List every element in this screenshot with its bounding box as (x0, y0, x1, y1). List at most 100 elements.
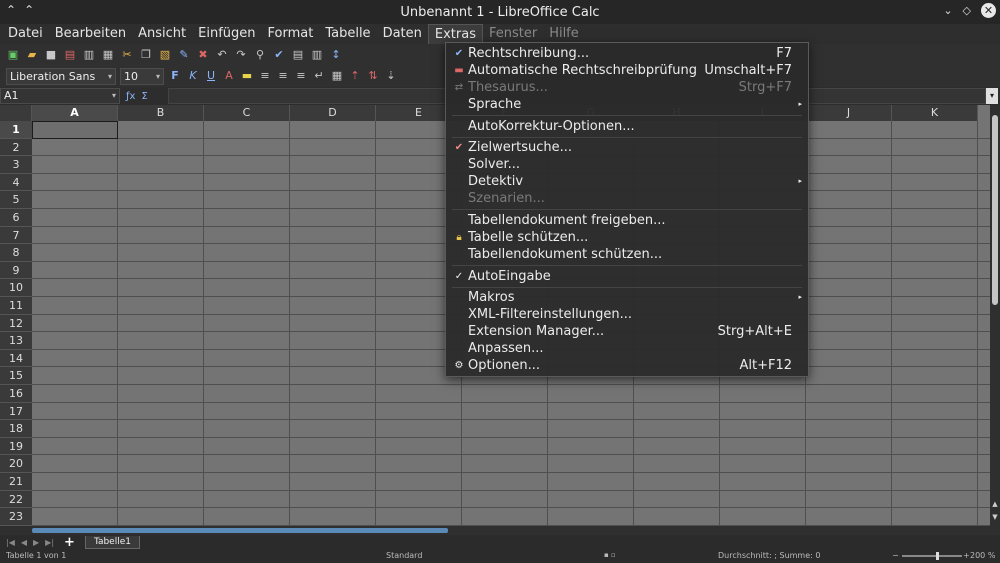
row-header-21[interactable]: 21 (0, 473, 32, 491)
select-all-corner[interactable] (0, 105, 32, 121)
zoom-level[interactable]: 200 % (970, 551, 995, 560)
row-header-9[interactable]: 9 (0, 261, 32, 280)
align-top-icon[interactable]: ⇡ (348, 69, 362, 83)
row-header-5[interactable]: 5 (0, 191, 32, 209)
next-sheet-icon[interactable]: ▶ (33, 538, 39, 547)
column-icon[interactable]: ▥ (310, 48, 324, 62)
row-header-22[interactable]: 22 (0, 490, 32, 509)
save-icon[interactable]: ■ (44, 48, 58, 62)
row-header-12[interactable]: 12 (0, 314, 32, 333)
menu-datei[interactable]: Datei (2, 24, 49, 44)
menu-item-customize[interactable]: Anpassen... (446, 340, 808, 357)
zoom-slider[interactable] (902, 555, 962, 557)
menu-item-auto-spellcheck[interactable]: ▬ Automatische Rechtschreibprüfung Umsch… (446, 62, 808, 79)
row-header-7[interactable]: 7 (0, 226, 32, 245)
window-menu-icon[interactable]: ⌃ (6, 3, 16, 17)
horizontal-scroll-thumb[interactable] (32, 528, 448, 533)
align-center-icon[interactable]: ≡ (276, 69, 290, 83)
menu-hilfe[interactable]: Hilfe (543, 24, 585, 44)
row-header-19[interactable]: 19 (0, 437, 32, 456)
close-icon[interactable]: ✕ (981, 3, 996, 18)
sheet-tab-tabelle1[interactable]: Tabelle1 (84, 535, 140, 549)
menu-item-spelling[interactable]: ✔ Rechtschreibung... F7 (446, 45, 808, 62)
row-header-1[interactable]: 1 (0, 121, 32, 139)
menu-extras[interactable]: Extras (427, 24, 483, 44)
menu-format[interactable]: Format (262, 24, 320, 44)
menu-item-solver[interactable]: Solver... (446, 156, 808, 173)
sort-ascending-icon[interactable]: ↕ (329, 48, 343, 62)
row-header-23[interactable]: 23 (0, 508, 32, 526)
menu-ansicht[interactable]: Ansicht (132, 24, 192, 44)
row-header-11[interactable]: 11 (0, 297, 32, 315)
zoom-out-icon[interactable]: − (892, 551, 899, 560)
wrap-text-icon[interactable]: ↵ (312, 69, 326, 83)
previous-sheet-icon[interactable]: ◀ (21, 538, 27, 547)
horizontal-scrollbar[interactable] (0, 526, 1000, 535)
zoom-slider-handle[interactable] (936, 552, 939, 560)
add-sheet-icon[interactable]: + (64, 536, 75, 549)
menu-item-macros[interactable]: Makros ▸ (446, 289, 808, 306)
align-bottom-icon[interactable]: ⇣ (384, 69, 398, 83)
active-cell-a1[interactable] (32, 121, 118, 139)
menu-item-detective[interactable]: Detektiv ▸ (446, 173, 808, 190)
zoom-in-icon[interactable]: + (963, 551, 970, 560)
find-replace-icon[interactable]: ⚲ (253, 48, 267, 62)
merge-cells-icon[interactable]: ▦ (330, 69, 344, 83)
open-folder-icon[interactable]: ▰ (25, 48, 39, 62)
menu-fenster[interactable]: Fenster (483, 24, 543, 44)
row-header-15[interactable]: 15 (0, 367, 32, 385)
align-right-icon[interactable]: ≡ (294, 69, 308, 83)
column-header-a[interactable]: A (32, 105, 118, 121)
clone-format-icon[interactable]: ✎ (177, 48, 191, 62)
row-header-20[interactable]: 20 (0, 455, 32, 473)
menu-item-extension-manager[interactable]: Extension Manager... Strg+Alt+E (446, 323, 808, 340)
vertical-scroll-thumb[interactable] (992, 115, 998, 305)
menu-item-language[interactable]: Sprache ▸ (446, 96, 808, 113)
highlight-icon[interactable]: ▬ (240, 69, 254, 83)
align-left-icon[interactable]: ≡ (258, 69, 272, 83)
maximize-icon[interactable]: ◇ (963, 4, 971, 17)
first-sheet-icon[interactable]: |◀ (6, 538, 15, 547)
expand-formula-icon[interactable]: ▾ (986, 88, 998, 104)
font-size-box[interactable]: 10 ▾ (120, 67, 164, 85)
menu-item-goal-seek[interactable]: ✔ Zielwertsuche... (446, 139, 808, 156)
menu-tabelle[interactable]: Tabelle (319, 24, 376, 44)
row-icon[interactable]: ▤ (291, 48, 305, 62)
page-style[interactable]: Standard (386, 551, 422, 560)
row-header-16[interactable]: 16 (0, 385, 32, 403)
name-box[interactable]: A1 ▾ (0, 88, 120, 104)
row-header-14[interactable]: 14 (0, 349, 32, 368)
bold-icon[interactable]: F (168, 69, 182, 83)
row-header-10[interactable]: 10 (0, 279, 32, 297)
vertical-scrollbar[interactable]: ▲ ▼ (990, 105, 1000, 526)
new-document-icon[interactable]: ▣ (6, 48, 20, 62)
column-header-k[interactable]: K (892, 105, 978, 121)
scroll-down-icon[interactable]: ▼ (990, 513, 1000, 521)
paste-icon[interactable]: ▧ (158, 48, 172, 62)
row-header-17[interactable]: 17 (0, 402, 32, 421)
menu-item-xml-filter[interactable]: XML-Filtereinstellungen... (446, 306, 808, 323)
italic-icon[interactable]: K (186, 69, 200, 83)
row-header-3[interactable]: 3 (0, 156, 32, 174)
keep-above-icon[interactable]: ⌃ (24, 3, 34, 17)
function-wizard-icon[interactable]: ƒx (126, 91, 135, 102)
redo-icon[interactable]: ↷ (234, 48, 248, 62)
undo-icon[interactable]: ↶ (215, 48, 229, 62)
row-header-18[interactable]: 18 (0, 420, 32, 438)
underline-icon[interactable]: U (204, 69, 218, 83)
align-middle-icon[interactable]: ⇅ (366, 69, 380, 83)
menu-item-options[interactable]: ⚙ Optionen... Alt+F12 (446, 357, 808, 374)
column-header-c[interactable]: C (204, 105, 290, 121)
row-header-13[interactable]: 13 (0, 332, 32, 350)
menu-item-protect-sheet[interactable]: 🔒︎ Tabelle schützen... (446, 229, 808, 246)
menu-item-autoinput[interactable]: ✓ AutoEingabe (446, 268, 808, 285)
font-name-box[interactable]: Liberation Sans ▾ (6, 67, 116, 85)
menu-item-share-document[interactable]: Tabellendokument freigeben... (446, 212, 808, 229)
scroll-up-icon[interactable]: ▲ (990, 500, 1000, 508)
font-color-icon[interactable]: A (222, 69, 236, 83)
row-header-6[interactable]: 6 (0, 209, 32, 227)
clear-format-icon[interactable]: ✖ (196, 48, 210, 62)
sum-icon[interactable]: Σ (141, 91, 147, 102)
menu-bearbeiten[interactable]: Bearbeiten (49, 24, 132, 44)
menu-einfuegen[interactable]: Einfügen (192, 24, 261, 44)
